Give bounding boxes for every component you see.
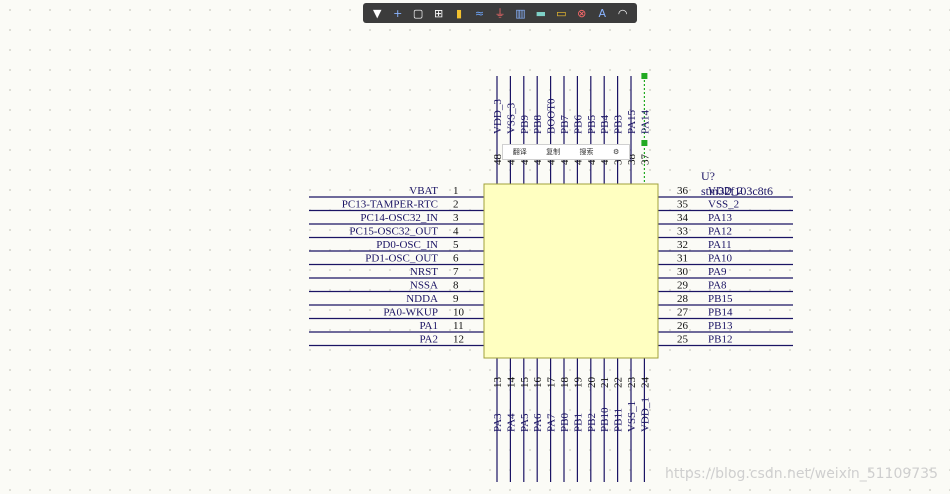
pin-27-name: PB14	[708, 307, 733, 319]
pin-35-number: 35	[677, 199, 689, 211]
pin-47-name: VSS_3	[505, 102, 517, 134]
pin-10-number: 10	[453, 307, 465, 319]
pin-17-number: 17	[546, 377, 558, 389]
pin-16-number: 16	[532, 377, 544, 389]
pin-2-name: PC13-TAMPER-RTC	[342, 199, 438, 211]
pin-33-number: 33	[677, 226, 689, 238]
pin-26-name: PB13	[708, 320, 733, 332]
pin-24-number: 24	[639, 377, 651, 389]
search-button[interactable]: 搜索	[580, 147, 594, 157]
pin-48-name: VDD_3	[492, 99, 504, 134]
pin-14-name: PA4	[505, 413, 517, 432]
pin-5-name: PD0-OSC_IN	[376, 239, 438, 251]
component-body[interactable]	[483, 183, 659, 359]
pin-24-name: VDD_1	[639, 397, 651, 432]
pin-4-name: PC15-OSC32_OUT	[349, 226, 438, 238]
pin-26-number: 26	[677, 320, 689, 332]
pin-8-number: 8	[453, 280, 459, 292]
pin-14-number: 14	[505, 377, 517, 389]
pin-27-number: 27	[677, 307, 689, 319]
pin-13-name: PA3	[492, 413, 504, 432]
pin-13-number: 13	[492, 377, 504, 389]
pin-1-number: 1	[453, 185, 459, 197]
pin-33-name: PA12	[708, 226, 732, 238]
pin-19-name: PB1	[572, 413, 584, 432]
pin-23-name: VSS_1	[626, 401, 638, 432]
copy-button[interactable]: 复制	[546, 147, 560, 157]
pin-15-name: PA5	[519, 413, 531, 432]
settings-icon[interactable]: ⚙	[613, 148, 619, 156]
pin-18-number: 18	[559, 377, 571, 389]
pin-10-name: PA0-WKUP	[383, 307, 438, 319]
pin-34-name: PA13	[708, 212, 733, 224]
pin-4-number: 4	[453, 226, 459, 238]
pin-46-name: PB9	[519, 115, 531, 134]
pin-31-number: 31	[677, 253, 688, 265]
pin-20-name: PB2	[586, 413, 598, 432]
pin-9-number: 9	[453, 293, 459, 305]
pin-32-name: PA11	[708, 239, 732, 251]
pin-21-number: 21	[599, 377, 611, 388]
pin-8-name: NSSA	[410, 280, 438, 292]
pin-20-number: 20	[586, 377, 598, 389]
pin-32-number: 32	[677, 239, 688, 251]
text-selection-popup: 翻译 复制 搜索 ⚙	[502, 144, 630, 160]
pin-17-name: PA7	[546, 413, 558, 432]
pin-23-number: 23	[626, 377, 638, 389]
pin-3-name: PC14-OSC32_IN	[360, 212, 438, 224]
pin-40-name: PB4	[599, 115, 611, 134]
selection-handle-1[interactable]	[641, 73, 648, 79]
pin-28-number: 28	[677, 293, 689, 305]
pin-22-name: PB11	[613, 408, 625, 432]
pin-9-name: NDDA	[406, 293, 438, 305]
pin-2-number: 2	[453, 199, 459, 211]
pin-36-number: 36	[677, 185, 689, 197]
pin-3-number: 3	[453, 212, 459, 224]
pin-44-name: BOOT0	[546, 98, 558, 134]
pin-25-name: PB12	[708, 334, 732, 346]
translate-button[interactable]: 翻译	[513, 147, 527, 157]
pin-34-number: 34	[677, 212, 689, 224]
pin-6-name: PD1-OSC_OUT	[365, 253, 438, 265]
designator-label[interactable]: U?	[701, 169, 715, 183]
pin-7-name: NRST	[410, 266, 438, 278]
pin-5-number: 5	[453, 239, 459, 251]
pin-37-name: PA14	[639, 109, 651, 134]
pin-11-name: PA1	[419, 320, 438, 332]
pin-22-number: 22	[613, 377, 625, 388]
pin-35-name: VSS_2	[708, 199, 739, 211]
schematic-canvas[interactable]: VBAT 1 PC13-TAMPER-RTC 2 PC14-OSC32_IN 3 PC15-…	[0, 0, 950, 494]
pin-29-number: 29	[677, 280, 689, 292]
comment-label[interactable]: stm32f103c8t6	[701, 184, 773, 198]
pin-12-number: 12	[453, 334, 464, 346]
pin-19-number: 19	[572, 377, 584, 389]
pin-11-number: 11	[453, 320, 464, 332]
pin-1-name: VBAT	[409, 185, 438, 197]
pin-30-name: PA9	[708, 266, 727, 278]
pin-16-name: PA6	[532, 413, 544, 432]
pin-28-name: PB15	[708, 293, 733, 305]
pin-29-name: PA8	[708, 280, 727, 292]
pin-39-name: PB3	[613, 115, 625, 134]
pin-43-name: PB7	[559, 115, 571, 134]
pin-45-name: PB8	[532, 115, 544, 134]
pin-37-number: 37	[639, 154, 651, 166]
pin-25-number: 25	[677, 334, 689, 346]
pin-38-name: PA15	[626, 109, 638, 134]
watermark-text: https://blog.csdn.net/weixin_51109735	[664, 466, 938, 482]
pin-7-number: 7	[453, 266, 459, 278]
pin-30-number: 30	[677, 266, 689, 278]
pin-6-number: 6	[453, 253, 459, 265]
pin-15-number: 15	[519, 377, 531, 389]
pin-21-name: PB10	[599, 407, 611, 432]
pin-42-name: PB6	[572, 115, 584, 134]
pin-31-name: PA10	[708, 253, 733, 265]
selection-handle-2[interactable]	[641, 140, 648, 146]
pin-12-name: PA2	[419, 334, 438, 346]
pin-41-name: PB5	[586, 115, 598, 134]
pin-18-name: PB0	[559, 413, 571, 432]
